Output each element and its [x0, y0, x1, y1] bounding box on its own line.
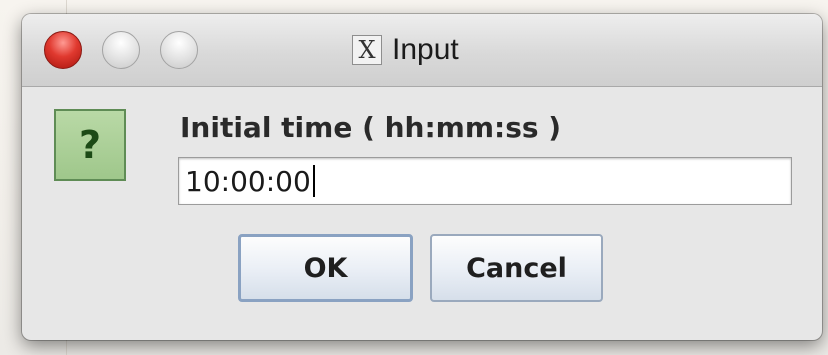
close-button[interactable] — [44, 31, 82, 69]
input-dialog: X Input ? Initial time ( hh:mm:ss ) 10:0… — [22, 14, 822, 340]
question-icon: ? — [54, 109, 126, 181]
window-title: Input — [392, 33, 459, 66]
prompt-label: Initial time ( hh:mm:ss ) — [180, 111, 562, 144]
zoom-button[interactable] — [160, 31, 198, 69]
cancel-button[interactable]: Cancel — [430, 234, 603, 302]
title-bar[interactable]: X Input — [22, 14, 822, 87]
x11-icon: X — [352, 35, 382, 65]
time-input-value: 10:00:00 — [185, 164, 311, 198]
window-title-group: X Input — [352, 32, 459, 68]
text-caret — [312, 165, 315, 197]
ok-button[interactable]: OK — [238, 234, 413, 302]
time-input[interactable]: 10:00:00 — [178, 157, 792, 205]
minimize-button[interactable] — [102, 31, 140, 69]
